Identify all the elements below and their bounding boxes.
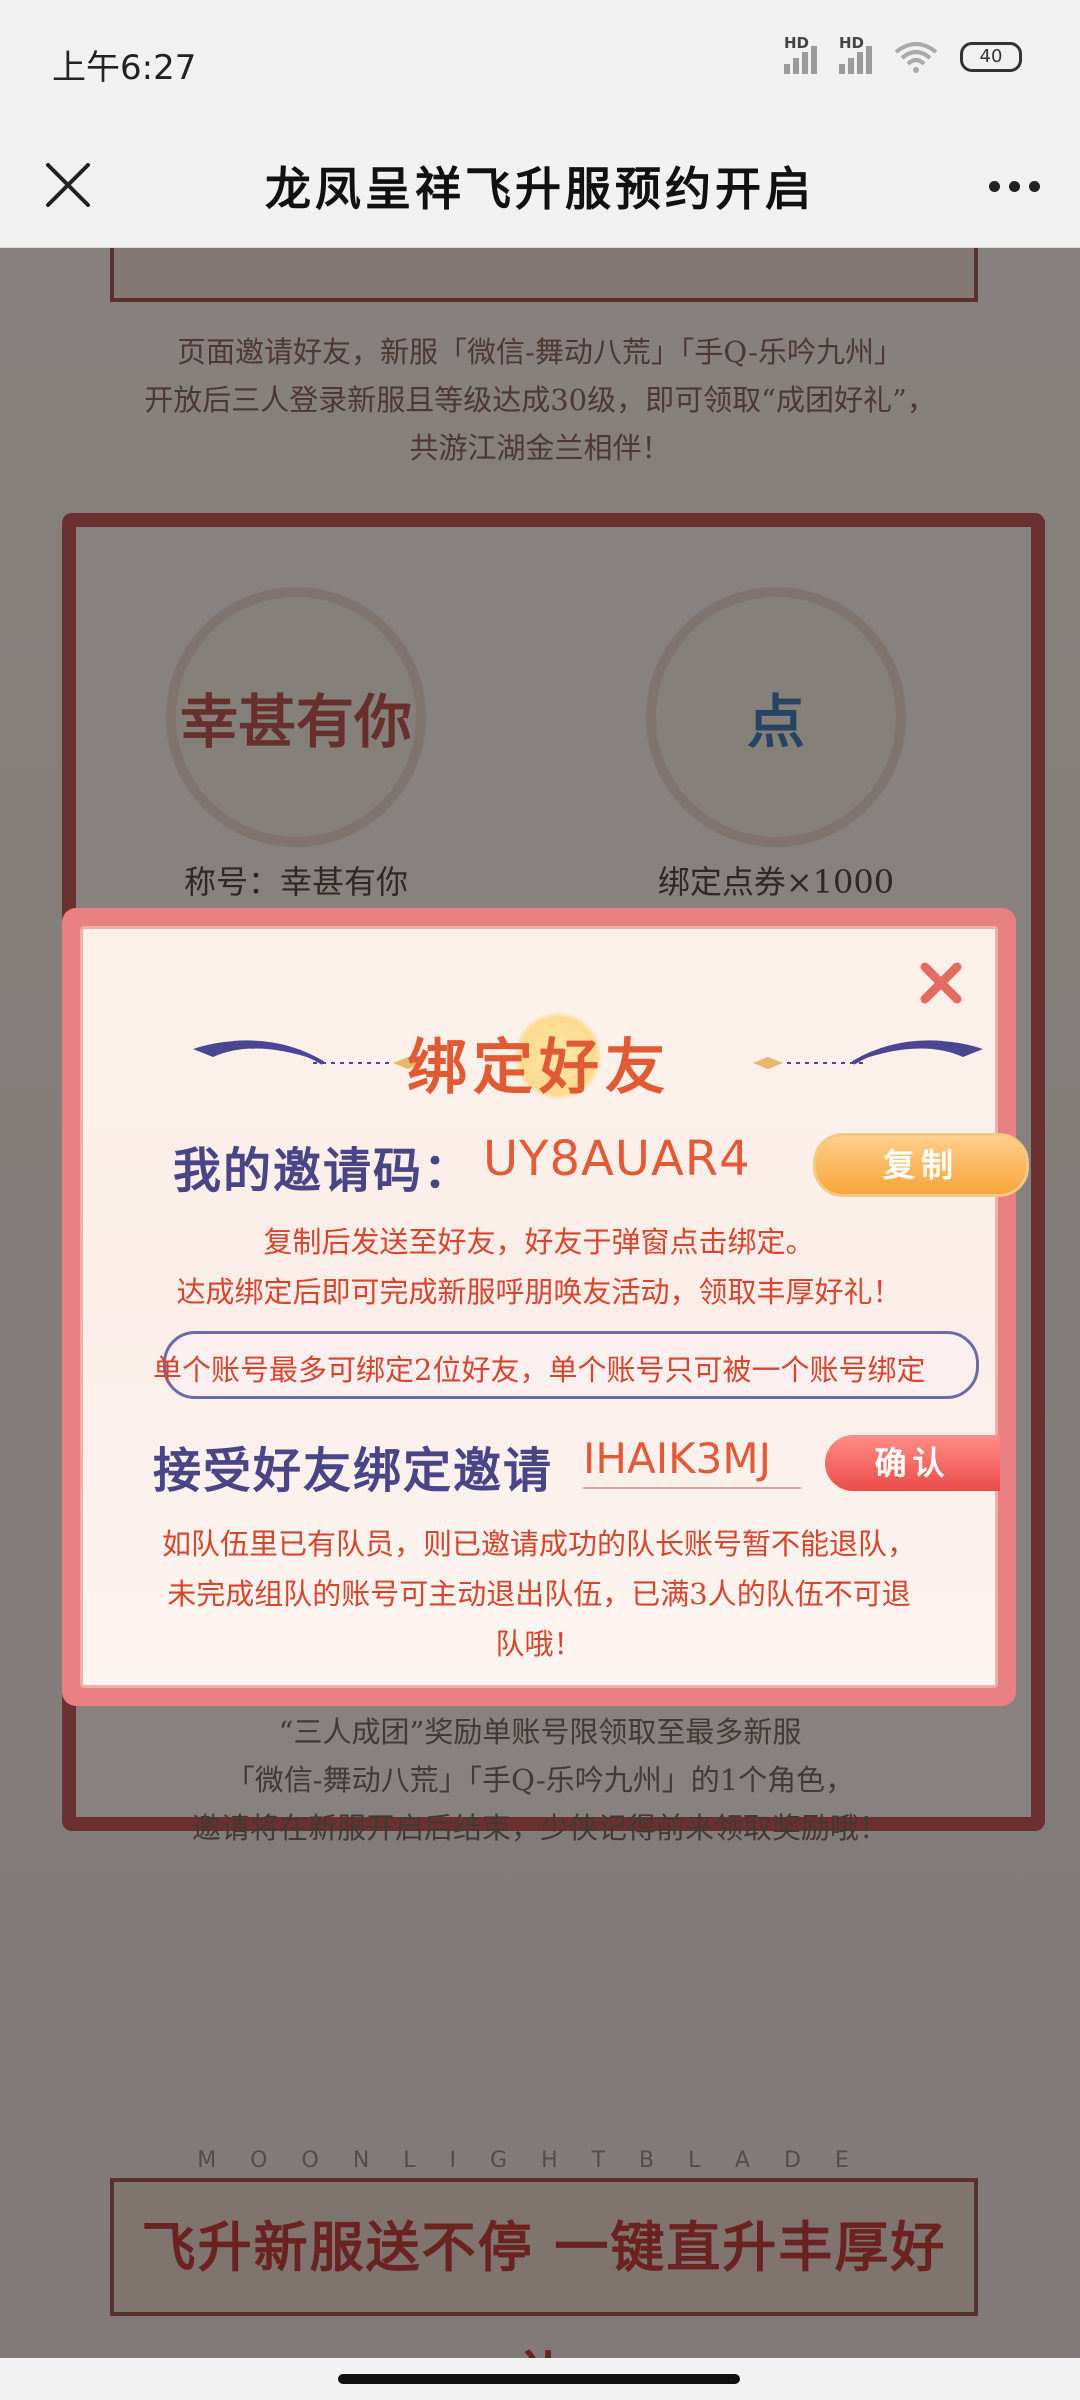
modal-title-area: 绑定好友 [83, 1011, 995, 1109]
invite-code-input[interactable] [583, 1429, 801, 1489]
my-invite-code-label: 我的邀请码： [173, 1143, 474, 1199]
more-dot-icon [988, 180, 1000, 192]
confirm-button[interactable]: 确认 [825, 1435, 1000, 1491]
note-line: 队哦！ [495, 1627, 583, 1661]
close-icon[interactable] [917, 959, 965, 1007]
bind-friend-modal: 绑定好友 我的邀请码： UY8AUAR4 复制 复制后发送至好友，好友于弹窗点击… [62, 908, 1029, 1706]
bind-instructions: 复制后发送至好友，好友于弹窗点击绑定。 达成绑定后即可完成新服呼朋唤友活动，领取… [83, 1217, 995, 1317]
signal-hd-label: HD [784, 34, 810, 52]
accept-invite-row: 接受好友绑定邀请 确认 [153, 1429, 1000, 1509]
wifi-icon [894, 42, 938, 73]
home-indicator[interactable] [338, 2374, 740, 2384]
wing-right-icon [753, 1040, 983, 1069]
accept-invite-label: 接受好友绑定邀请 [153, 1443, 554, 1499]
signal-icon: HD [784, 34, 817, 74]
instruction-line: 达成绑定后即可完成新服呼朋唤友活动，领取丰厚好礼！ [176, 1275, 902, 1309]
battery-icon: 40 [960, 42, 1022, 72]
bind-rule-text: 单个账号最多可绑定2位好友，单个账号只可被一个账号绑定 [153, 1353, 926, 1387]
my-invite-code-row: 我的邀请码： UY8AUAR4 复制 [173, 1129, 1029, 1199]
team-note: 如队伍里已有队员，则已邀请成功的队长账号暂不能退队， 未完成组队的账号可主动退出… [123, 1519, 955, 1669]
note-line: 如队伍里已有队员，则已邀请成功的队长账号暂不能退队， [161, 1527, 916, 1561]
instruction-line: 复制后发送至好友，好友于弹窗点击绑定。 [263, 1225, 815, 1259]
gesture-bar [0, 2358, 1080, 2400]
more-dot-icon [1008, 180, 1020, 192]
note-line: 未完成组队的账号可主动退出队伍，已满3人的队伍不可退 [167, 1577, 911, 1611]
copy-button[interactable]: 复制 [813, 1133, 1029, 1197]
signal-icon: HD [839, 34, 872, 74]
modal-body: 绑定好友 我的邀请码： UY8AUAR4 复制 复制后发送至好友，好友于弹窗点击… [80, 926, 1029, 1688]
page-title: 龙凤呈祥飞升服预约开启 [265, 162, 815, 216]
more-options-button[interactable] [974, 153, 1054, 219]
my-invite-code-value: UY8AUAR4 [483, 1131, 751, 1187]
nav-bar: 龙凤呈祥飞升服预约开启 [0, 125, 1080, 248]
more-dot-icon [1028, 180, 1040, 192]
status-time: 上午6:27 [52, 48, 197, 88]
status-bar: 上午6:27 HD HD 40 [0, 0, 1080, 125]
status-icons: HD HD 40 [784, 34, 1022, 74]
signal-hd-label: HD [839, 34, 865, 52]
